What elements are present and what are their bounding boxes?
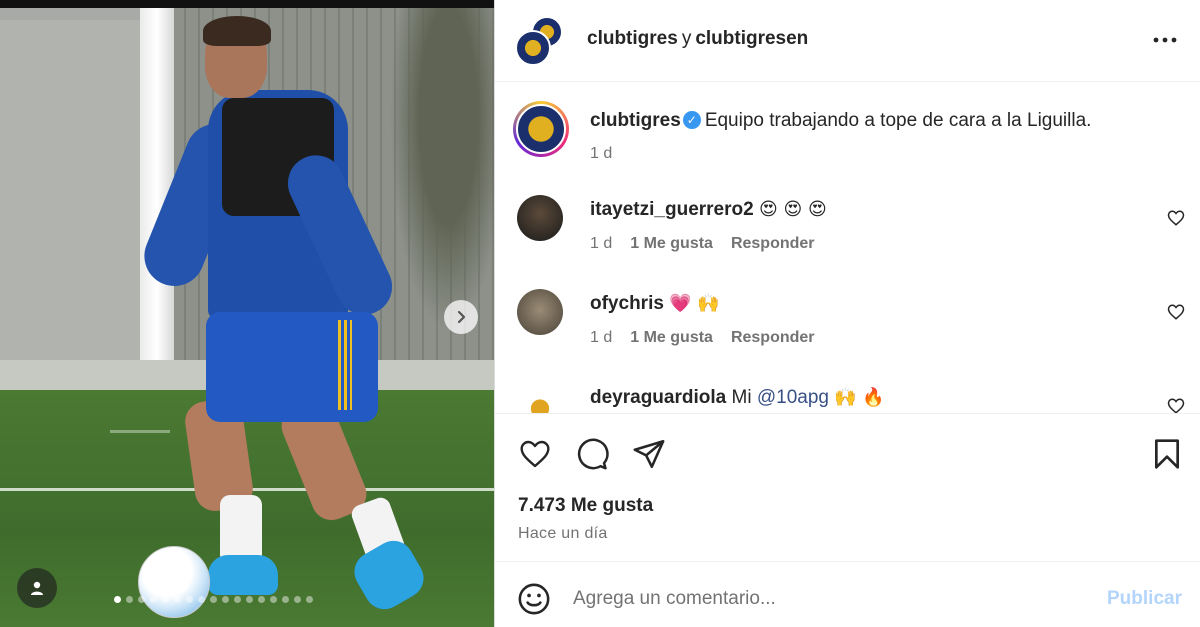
share-button[interactable] (631, 436, 667, 472)
comment-body: Mi (731, 387, 752, 408)
post-authors: clubtigres y clubtigresen (587, 28, 808, 50)
caption-username[interactable]: clubtigres (590, 110, 681, 131)
publish-button[interactable]: Publicar (1107, 588, 1182, 610)
comment-row: itayetzi_guerrero2 😍 😍 😍 1 d 1 Me gusta Re… (495, 195, 1200, 275)
more-horizontal-icon (1153, 37, 1177, 43)
carousel-dot (234, 596, 241, 603)
likes-count[interactable]: 7.473 Me gusta (518, 495, 653, 517)
post-header: clubtigres y clubtigresen (495, 0, 1200, 82)
post-photo (0, 0, 494, 627)
avatar (516, 104, 566, 154)
comment-body: 😍 😍 😍 (758, 199, 827, 220)
carousel-dot (258, 596, 265, 603)
send-icon (633, 439, 665, 469)
heart-icon[interactable] (1167, 397, 1185, 413)
carousel-dot (210, 596, 217, 603)
comment-time[interactable]: 1 d (590, 235, 612, 252)
comment-meta: 1 d 1 Me gusta Responder (590, 329, 833, 347)
authors-joiner: y (681, 28, 692, 49)
reply-button[interactable]: Responder (731, 329, 815, 346)
carousel-dot (306, 596, 313, 603)
carousel-dot (138, 596, 145, 603)
comment-emoji: 🙌 🔥 (834, 387, 885, 408)
comment-username[interactable]: deyraguardiola (590, 387, 726, 408)
tagged-users-button[interactable] (17, 568, 57, 608)
heart-icon[interactable] (1167, 209, 1185, 227)
emoji-icon[interactable] (517, 582, 551, 616)
soccer-ball (138, 546, 210, 618)
carousel-dot (270, 596, 277, 603)
reply-button[interactable]: Responder (731, 235, 815, 252)
carousel-dot (222, 596, 229, 603)
carousel-dot (294, 596, 301, 603)
comment-likes[interactable]: 1 Me gusta (630, 235, 713, 252)
save-button[interactable] (1149, 436, 1185, 472)
photo-wall-panel (0, 20, 150, 360)
player-shorts (206, 312, 378, 422)
author-username[interactable]: clubtigresen (695, 28, 808, 49)
caption-meta: 1 d (590, 145, 630, 163)
comment-text: itayetzi_guerrero2 😍 😍 😍 (590, 199, 827, 221)
caption-row: clubtigres ✓ Equipo trabajando a tope de c… (495, 101, 1200, 181)
photo-top-strip (0, 0, 494, 8)
caption-text: clubtigres ✓ Equipo trabajando a tope de c… (590, 110, 1091, 132)
collab-avatars[interactable] (515, 16, 567, 66)
avatar[interactable] (517, 381, 563, 413)
pitch-mark (110, 430, 170, 433)
carousel-dot (162, 596, 169, 603)
avatar[interactable] (517, 195, 563, 241)
comment-row: deyraguardiola Mi @10apg 🙌 🔥 (495, 381, 1200, 413)
comment-body: 💗 🙌 (669, 293, 720, 314)
chevron-right-icon (457, 310, 466, 324)
caption-body: Equipo trabajando a tope de cara a la Li… (704, 110, 1092, 131)
carousel-indicator (114, 596, 313, 603)
comment-mention[interactable]: @10apg (757, 387, 829, 408)
caption-time[interactable]: 1 d (590, 145, 612, 162)
comment-row: ofychris 💗 🙌 1 d 1 Me gusta Responder (495, 289, 1200, 369)
player-hair (203, 16, 271, 46)
comment-username[interactable]: itayetzi_guerrero2 (590, 199, 754, 220)
bookmark-icon (1155, 439, 1179, 469)
author-username[interactable]: clubtigres (587, 28, 678, 49)
user-icon (31, 581, 43, 595)
avatar[interactable] (517, 289, 563, 335)
like-button[interactable] (517, 436, 553, 472)
comment-likes[interactable]: 1 Me gusta (630, 329, 713, 346)
heart-icon[interactable] (1167, 303, 1185, 321)
heart-icon (520, 440, 550, 468)
comments-list: clubtigres ✓ Equipo trabajando a tope de c… (495, 83, 1200, 413)
comment-text: deyraguardiola Mi @10apg 🙌 🔥 (590, 387, 885, 409)
comment-icon (577, 438, 609, 470)
avatar (515, 30, 551, 66)
comment-composer: Publicar (495, 561, 1200, 627)
carousel-dot (198, 596, 205, 603)
carousel-dot (246, 596, 253, 603)
comment-input[interactable] (573, 582, 1093, 616)
carousel-dot (186, 596, 193, 603)
post-side-panel: clubtigres y clubtigresen clubtigres ✓ Equip… (494, 0, 1200, 627)
comment-meta: 1 d 1 Me gusta Responder (590, 235, 833, 253)
comment-time[interactable]: 1 d (590, 329, 612, 346)
carousel-dot (150, 596, 157, 603)
carousel-dot (126, 596, 133, 603)
post-actions: 7.473 Me gusta Hace un día (495, 413, 1200, 561)
story-ring[interactable] (513, 101, 569, 157)
player-boot (208, 555, 278, 595)
verified-badge-icon: ✓ (682, 111, 701, 129)
carousel-next-button[interactable] (444, 300, 478, 334)
more-options-button[interactable] (1147, 30, 1183, 50)
carousel-dot (282, 596, 289, 603)
player-shorts-stripes (338, 320, 352, 410)
comment-username[interactable]: ofychris (590, 293, 664, 314)
comment-text: ofychris 💗 🙌 (590, 293, 720, 315)
comment-button[interactable] (574, 436, 610, 472)
post-time[interactable]: Hace un día (518, 525, 608, 543)
carousel-dot (114, 596, 121, 603)
carousel-dot (174, 596, 181, 603)
